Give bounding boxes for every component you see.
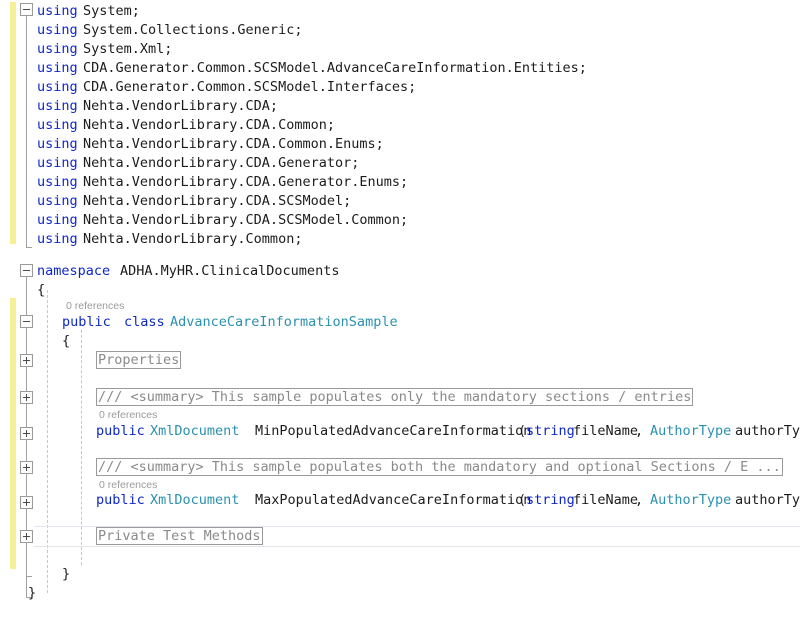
code-line-using-4[interactable]: using CDA.Generator.Common.SCSModel.Inte… xyxy=(0,78,800,97)
keyword-namespace: namespace xyxy=(37,262,110,281)
code-line-class-open-brace[interactable]: { xyxy=(0,332,800,351)
using-namespace: System; xyxy=(83,2,140,21)
using-namespace: Nehta.VendorLibrary.CDA.Generator; xyxy=(83,154,359,173)
using-namespace: Nehta.VendorLibrary.CDA; xyxy=(83,97,278,116)
collapsed-doc-comment-max[interactable]: /// <summary> This sample populates both… xyxy=(96,458,783,476)
close-brace: } xyxy=(28,584,36,603)
param-name-filename: fileName xyxy=(573,422,638,441)
keyword-using: using xyxy=(37,97,78,116)
code-line-class-declaration[interactable]: public class AdvanceCareInformationSampl… xyxy=(0,313,800,332)
using-namespace: Nehta.VendorLibrary.CDA.SCSModel; xyxy=(83,192,351,211)
open-brace: { xyxy=(37,281,45,300)
code-line-namespace-close-brace[interactable]: } xyxy=(0,584,800,603)
code-line-method-min-signature[interactable]: public XmlDocument MinPopulatedAdvanceCa… xyxy=(0,422,800,441)
using-namespace: Nehta.VendorLibrary.CDA.Common.Enums; xyxy=(83,135,384,154)
codelens-class-references[interactable]: 0 references xyxy=(66,300,124,313)
collapsed-region-private-test-methods[interactable]: Private Test Methods xyxy=(96,527,263,545)
keyword-using: using xyxy=(37,173,78,192)
codelens-method-min-references[interactable]: 0 references xyxy=(99,409,157,422)
method-name: MinPopulatedAdvanceCareInformation xyxy=(255,422,531,441)
code-line-method-max-signature[interactable]: public XmlDocument MaxPopulatedAdvanceCa… xyxy=(0,491,800,510)
keyword-using: using xyxy=(37,116,78,135)
code-line-using-11[interactable]: using Nehta.VendorLibrary.CDA.SCSModel.C… xyxy=(0,211,800,230)
class-name: AdvanceCareInformationSample xyxy=(170,313,398,332)
keyword-using: using xyxy=(37,211,78,230)
return-type: XmlDocument xyxy=(150,491,239,510)
using-namespace: System.Xml; xyxy=(83,40,172,59)
param-name-authortype: authorTy xyxy=(735,422,800,441)
param-name-authortype: authorTy xyxy=(735,491,800,510)
using-namespace: Nehta.VendorLibrary.Common; xyxy=(83,230,302,249)
code-line-using-0[interactable]: using System; xyxy=(0,2,800,21)
keyword-class: class xyxy=(124,313,165,332)
keyword-using: using xyxy=(37,40,78,59)
code-line-using-7[interactable]: using Nehta.VendorLibrary.CDA.Common.Enu… xyxy=(0,135,800,154)
keyword-using: using xyxy=(37,78,78,97)
param-type-authortype: AuthorType xyxy=(650,491,731,510)
outline-toggle-doc-comment-min[interactable] xyxy=(20,391,33,404)
keyword-using: using xyxy=(37,230,78,249)
using-namespace: Nehta.VendorLibrary.CDA.SCSModel.Common; xyxy=(83,211,408,230)
code-line-using-10[interactable]: using Nehta.VendorLibrary.CDA.SCSModel; xyxy=(0,192,800,211)
keyword-using: using xyxy=(37,154,78,173)
keyword-public: public xyxy=(96,491,145,510)
code-line-class-close-brace[interactable]: } xyxy=(0,565,800,584)
method-name: MaxPopulatedAdvanceCareInformation xyxy=(255,491,531,510)
param-type-authortype: AuthorType xyxy=(650,422,731,441)
using-namespace: CDA.Generator.Common.SCSModel.AdvanceCar… xyxy=(83,59,587,78)
keyword-using: using xyxy=(37,135,78,154)
param-type-string: string xyxy=(526,422,575,441)
param-separator: , xyxy=(635,491,651,510)
code-line-using-6[interactable]: using Nehta.VendorLibrary.CDA.Common; xyxy=(0,116,800,135)
code-line-using-8[interactable]: using Nehta.VendorLibrary.CDA.Generator; xyxy=(0,154,800,173)
collapsed-doc-comment-min[interactable]: /// <summary> This sample populates only… xyxy=(96,388,693,406)
close-brace: } xyxy=(62,565,70,584)
using-namespace: CDA.Generator.Common.SCSModel.Interfaces… xyxy=(83,78,416,97)
code-line-using-9[interactable]: using Nehta.VendorLibrary.CDA.Generator.… xyxy=(0,173,800,192)
keyword-public: public xyxy=(96,422,145,441)
keyword-using: using xyxy=(37,2,78,21)
return-type: XmlDocument xyxy=(150,422,239,441)
code-line-using-1[interactable]: using System.Collections.Generic; xyxy=(0,21,800,40)
param-separator: , xyxy=(635,422,651,441)
paren-open: ( xyxy=(518,422,526,441)
collapsed-region-properties[interactable]: Properties xyxy=(96,351,181,369)
code-editor-surface[interactable]: using System; using System.Collections.G… xyxy=(0,0,800,631)
using-namespace: Nehta.VendorLibrary.CDA.Generator.Enums; xyxy=(83,173,408,192)
keyword-using: using xyxy=(37,21,78,40)
paren-open: ( xyxy=(518,491,526,510)
code-line-using-12[interactable]: using Nehta.VendorLibrary.Common; xyxy=(0,230,800,249)
using-namespace: Nehta.VendorLibrary.CDA.Common; xyxy=(83,116,335,135)
code-line-namespace[interactable]: namespace ADHA.MyHR.ClinicalDocuments xyxy=(0,262,800,281)
param-name-filename: fileName xyxy=(573,491,638,510)
code-line-namespace-open-brace[interactable]: { xyxy=(0,281,800,300)
keyword-public: public xyxy=(62,313,111,332)
namespace-name: ADHA.MyHR.ClinicalDocuments xyxy=(120,262,339,281)
code-line-using-3[interactable]: using CDA.Generator.Common.SCSModel.Adva… xyxy=(0,59,800,78)
code-line-using-2[interactable]: using System.Xml; xyxy=(0,40,800,59)
param-type-string: string xyxy=(526,491,575,510)
keyword-using: using xyxy=(37,192,78,211)
open-brace: { xyxy=(62,332,70,351)
code-line-using-5[interactable]: using Nehta.VendorLibrary.CDA; xyxy=(0,97,800,116)
using-namespace: System.Collections.Generic; xyxy=(83,21,302,40)
keyword-using: using xyxy=(37,59,78,78)
